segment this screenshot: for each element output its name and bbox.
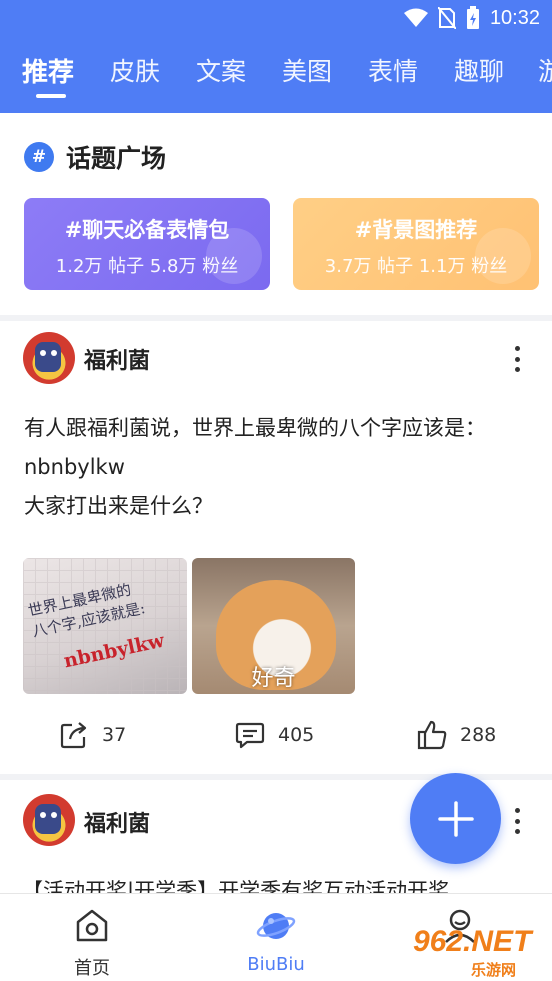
tab-games[interactable]: 游: [538, 52, 552, 88]
thumbs-up-icon: [417, 720, 447, 750]
post-author[interactable]: 福利菌: [84, 806, 150, 838]
share-icon: [60, 722, 87, 749]
comment-count: 405: [278, 724, 315, 746]
share-count: 37: [102, 724, 127, 746]
topic-square: # 话题广场 #聊天必备表情包 1.2万 帖子 5.8万 粉丝 #背景图推荐 3…: [0, 113, 552, 315]
status-time: 10:32: [489, 6, 540, 29]
home-icon: [76, 909, 108, 942]
topic-square-title: 话题广场: [66, 144, 167, 173]
image-caption: 好奇: [251, 666, 296, 691]
tab-recommend[interactable]: 推荐: [22, 52, 74, 89]
tab-pictures[interactable]: 美图: [282, 52, 332, 88]
nav-biubiu[interactable]: BiuBiu: [226, 906, 326, 975]
nav-label: BiuBiu: [247, 954, 305, 975]
status-bar: 10:32: [0, 0, 552, 38]
post-actions: 37 405 288: [0, 719, 552, 759]
battery-icon: [466, 6, 479, 29]
topic-card-backgrounds[interactable]: #背景图推荐 3.7万 帖子 1.1万 粉丝: [293, 198, 539, 290]
post-preview: 【活动开奖|开学季】开学季有奖互动活动开奖: [22, 879, 450, 893]
post-image-cat[interactable]: 好奇: [192, 558, 355, 694]
topic-stats: 1.2万 帖子 5.8万 粉丝: [55, 256, 239, 277]
more-options-icon[interactable]: [514, 808, 520, 834]
post-line: nbnbylkw: [24, 455, 125, 479]
comment-button[interactable]: 405: [234, 719, 314, 751]
comment-icon: [235, 722, 265, 749]
tab-stickers[interactable]: 表情: [368, 52, 418, 88]
share-button[interactable]: 37: [58, 719, 126, 751]
plus-icon: [437, 800, 474, 837]
tab-fun-chat[interactable]: 趣聊: [454, 52, 504, 88]
like-button[interactable]: 288: [416, 719, 496, 751]
wifi-icon: [403, 8, 428, 27]
post-card[interactable]: 福利菌 有人跟福利菌说，世界上最卑微的八个字应该是： nbnbylkw 大家打出…: [0, 321, 552, 774]
category-tabs: 推荐 皮肤 文案 美图 表情 趣聊 游: [0, 52, 552, 102]
nav-home[interactable]: 首页: [42, 906, 142, 980]
hashtag-icon: #: [24, 142, 54, 172]
no-sim-icon: [437, 7, 456, 29]
tab-copywriting[interactable]: 文案: [196, 52, 246, 88]
watermark-logo: 962.NET 乐游网: [413, 925, 549, 979]
post-image-handwriting[interactable]: 世界上最卑微的 八个字,应该就是: nbnbylkw: [23, 558, 187, 694]
avatar[interactable]: [23, 794, 75, 846]
create-post-button[interactable]: [410, 773, 501, 864]
topic-card-sticker-packs[interactable]: #聊天必备表情包 1.2万 帖子 5.8万 粉丝: [24, 198, 270, 290]
post-line: 有人跟福利菌说，世界上最卑微的八个字应该是：: [24, 416, 486, 440]
watermark-subtext: 乐游网: [471, 961, 517, 979]
nav-label: 首页: [74, 958, 110, 979]
planet-icon: [256, 913, 296, 939]
active-tab-indicator: [36, 94, 66, 98]
topic-stats: 3.7万 帖子 1.1万 粉丝: [324, 256, 508, 277]
post-line: 大家打出来是什么？: [24, 494, 213, 518]
post-author[interactable]: 福利菌: [84, 343, 150, 375]
more-options-icon[interactable]: [514, 346, 520, 372]
tab-skins[interactable]: 皮肤: [110, 52, 160, 88]
avatar[interactable]: [23, 332, 75, 384]
post-body: 有人跟福利菌说，世界上最卑微的八个字应该是： nbnbylkw 大家打出来是什么…: [24, 409, 534, 526]
watermark-text: 962.NET: [413, 925, 532, 958]
app-header: 10:32 推荐 皮肤 文案 美图 表情 趣聊 游: [0, 0, 552, 113]
like-count: 288: [460, 724, 497, 746]
